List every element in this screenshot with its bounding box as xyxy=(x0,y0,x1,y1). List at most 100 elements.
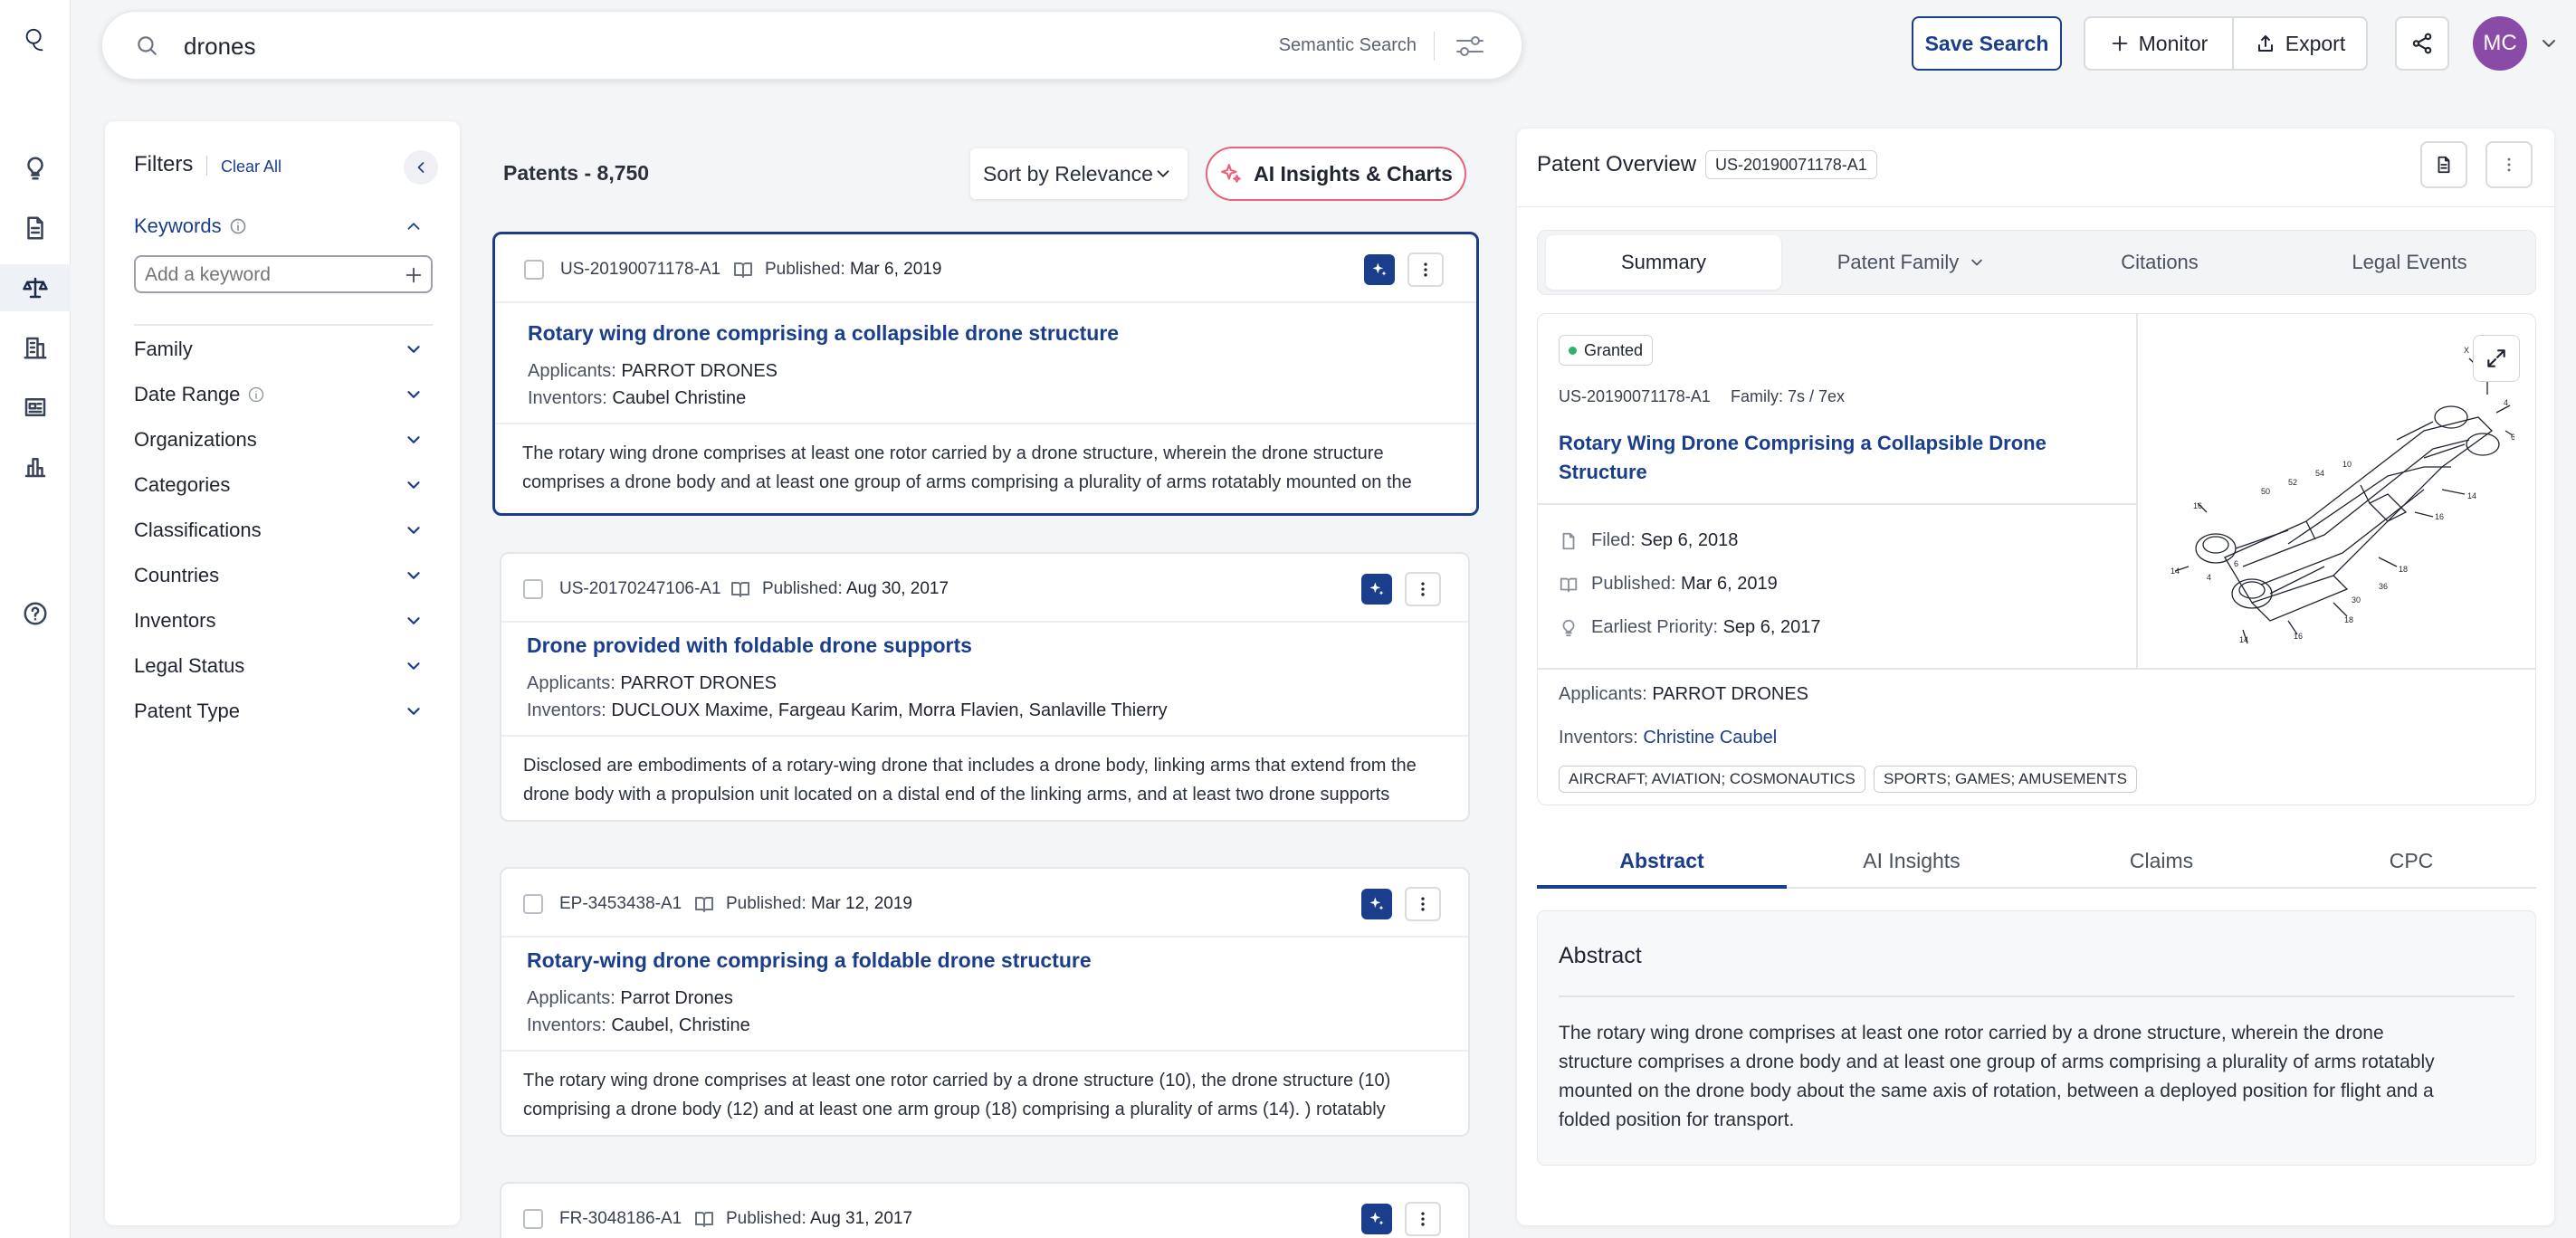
logo-icon[interactable] xyxy=(0,16,71,63)
add-keyword-icon[interactable] xyxy=(404,265,424,285)
tab-patent-family[interactable]: Patent Family xyxy=(1794,235,2029,290)
more-options-button[interactable] xyxy=(1405,572,1441,606)
overview-patent-number: US-20190071178-A1 xyxy=(1559,387,1711,405)
patent-number[interactable]: US-20190071178-A1 xyxy=(560,260,720,280)
ai-summary-button[interactable] xyxy=(1364,254,1395,285)
tab-summary[interactable]: Summary xyxy=(1546,235,1781,290)
collapse-filters-button[interactable] xyxy=(404,150,438,185)
filter-classifications[interactable]: Classifications xyxy=(134,512,424,548)
divider xyxy=(501,735,1468,737)
newspaper-icon[interactable] xyxy=(0,384,71,431)
building-icon[interactable] xyxy=(0,324,71,371)
overview-applicants: Applicants: PARROT DRONES xyxy=(1559,684,1809,704)
tab-legal-events[interactable]: Legal Events xyxy=(2290,235,2529,290)
patent-title-link[interactable]: Rotary-wing drone comprising a foldable … xyxy=(527,948,1092,973)
applicants: Applicants: Parrot Drones xyxy=(527,988,733,1008)
sort-dropdown[interactable]: Sort by Relevance xyxy=(970,148,1188,199)
patent-drawing-image[interactable]: 16141416 18181614 464X 50525410 643630 xyxy=(2152,331,2514,648)
filter-label: Classifications xyxy=(134,519,262,541)
more-options-button[interactable] xyxy=(1405,887,1441,921)
chevron-up-icon xyxy=(407,223,420,230)
divider xyxy=(495,423,1476,424)
avatar[interactable]: MC xyxy=(2473,16,2527,71)
result-card[interactable]: US-20190071178-A1 Published: Mar 6, 2019… xyxy=(492,232,1479,516)
plus-icon xyxy=(2112,35,2127,52)
filter-family[interactable]: Family xyxy=(134,331,424,367)
select-checkbox[interactable] xyxy=(523,894,543,914)
filter-date-range[interactable]: Date Range xyxy=(134,376,424,413)
patent-number[interactable]: US-20170247106-A1 xyxy=(559,579,721,599)
keywords-section-header[interactable]: Keywords xyxy=(134,208,424,244)
monitor-button[interactable]: Monitor xyxy=(2085,18,2232,69)
chart-bars-icon[interactable] xyxy=(0,443,71,490)
more-options-button[interactable] xyxy=(1405,1202,1441,1236)
select-checkbox[interactable] xyxy=(523,579,543,599)
tab-ai-insights[interactable]: AI Insights xyxy=(1787,833,2037,889)
filter-patent-type[interactable]: Patent Type xyxy=(134,693,424,729)
chevron-down-icon xyxy=(407,708,420,715)
export-label: Export xyxy=(2285,31,2346,55)
result-card[interactable]: US-20170247106-A1 Published: Aug 30, 201… xyxy=(500,552,1470,822)
ai-summary-button[interactable] xyxy=(1361,574,1392,605)
filter-inventors[interactable]: Inventors xyxy=(134,603,424,639)
select-checkbox[interactable] xyxy=(524,260,544,280)
inventors: Inventors: DUCLOUX Maxime, Fargeau Karim… xyxy=(527,700,1168,720)
sort-label: Sort by Relevance xyxy=(983,161,1153,186)
scales-icon[interactable] xyxy=(0,264,71,311)
semantic-search-label[interactable]: Semantic Search xyxy=(1279,35,1417,56)
ai-summary-button[interactable] xyxy=(1361,889,1392,919)
select-checkbox[interactable] xyxy=(523,1209,543,1229)
lightbulb-icon[interactable] xyxy=(0,145,71,192)
chevron-down-icon xyxy=(407,662,420,670)
filter-categories[interactable]: Categories xyxy=(134,467,424,503)
ai-summary-button[interactable] xyxy=(1361,1204,1392,1234)
tab-cpc[interactable]: CPC xyxy=(2286,833,2536,889)
search-input[interactable] xyxy=(184,30,1270,62)
category-tag[interactable]: AIRCRAFT; AVIATION; COSMONAUTICS xyxy=(1559,766,1865,793)
tab-claims[interactable]: Claims xyxy=(2037,833,2286,889)
chevron-down-icon[interactable] xyxy=(2538,33,2560,54)
family-count[interactable]: Family: 7s / 7ex xyxy=(1731,387,1845,406)
patent-number-badge: US-20190071178-A1 xyxy=(1705,150,1877,179)
abstract-heading: Abstract xyxy=(1559,943,1642,968)
share-button[interactable] xyxy=(2395,16,2449,71)
more-options-button[interactable] xyxy=(2485,141,2533,188)
filter-countries[interactable]: Countries xyxy=(134,557,424,594)
filter-sliders-icon[interactable] xyxy=(1455,32,1485,61)
help-icon[interactable] xyxy=(0,590,71,637)
patent-number[interactable]: EP-3453438-A1 xyxy=(559,894,682,914)
search-bar: Semantic Search xyxy=(101,11,1522,80)
filter-label: Categories xyxy=(134,473,231,496)
result-card[interactable]: EP-3453438-A1 Published: Mar 12, 2019 Ro… xyxy=(500,867,1470,1137)
overview-patent-title[interactable]: Rotary Wing Drone Comprising a Collapsib… xyxy=(1559,429,2046,487)
inventor-link[interactable]: Christine Caubel xyxy=(1643,728,1777,748)
ai-insights-charts-button[interactable]: AI Insights & Charts xyxy=(1206,147,1466,201)
more-options-button[interactable] xyxy=(1407,252,1444,287)
divider xyxy=(134,324,433,326)
inventors: Inventors: Caubel Christine xyxy=(528,388,747,408)
keyword-input[interactable] xyxy=(145,262,389,288)
applicants: Applicants: PARROT DRONES xyxy=(528,361,778,381)
patent-number[interactable]: FR-3048186-A1 xyxy=(559,1209,682,1229)
patent-title-link[interactable]: Rotary wing drone comprising a collapsib… xyxy=(528,321,1119,346)
document-icon[interactable] xyxy=(0,205,71,252)
patent-title-link[interactable]: Drone provided with foldable drone suppo… xyxy=(527,633,972,658)
export-button[interactable]: Export xyxy=(2234,18,2366,69)
published-date: Published: Mar 6, 2019 xyxy=(765,260,941,280)
filter-legal-status[interactable]: Legal Status xyxy=(134,648,424,684)
divider xyxy=(1537,503,2136,505)
filter-organizations[interactable]: Organizations xyxy=(134,422,424,458)
divider xyxy=(1517,206,2554,207)
book-open-icon xyxy=(731,582,749,597)
expand-image-button[interactable] xyxy=(2473,335,2520,382)
clear-all-link[interactable]: Clear All xyxy=(221,157,281,176)
tab-abstract[interactable]: Abstract xyxy=(1537,833,1787,889)
save-search-button[interactable]: Save Search xyxy=(1912,16,2062,71)
category-tag[interactable]: SPORTS; GAMES; AMUSEMENTS xyxy=(1874,766,2137,793)
overview-inventors: Inventors: Christine Caubel xyxy=(1559,728,1778,748)
document-view-button[interactable] xyxy=(2420,141,2467,188)
svg-text:6: 6 xyxy=(2234,559,2238,568)
svg-text:18: 18 xyxy=(2344,615,2353,624)
tab-citations[interactable]: Citations xyxy=(2042,235,2277,290)
result-card[interactable]: FR-3048186-A1 Published: Aug 31, 2017 xyxy=(500,1182,1470,1238)
